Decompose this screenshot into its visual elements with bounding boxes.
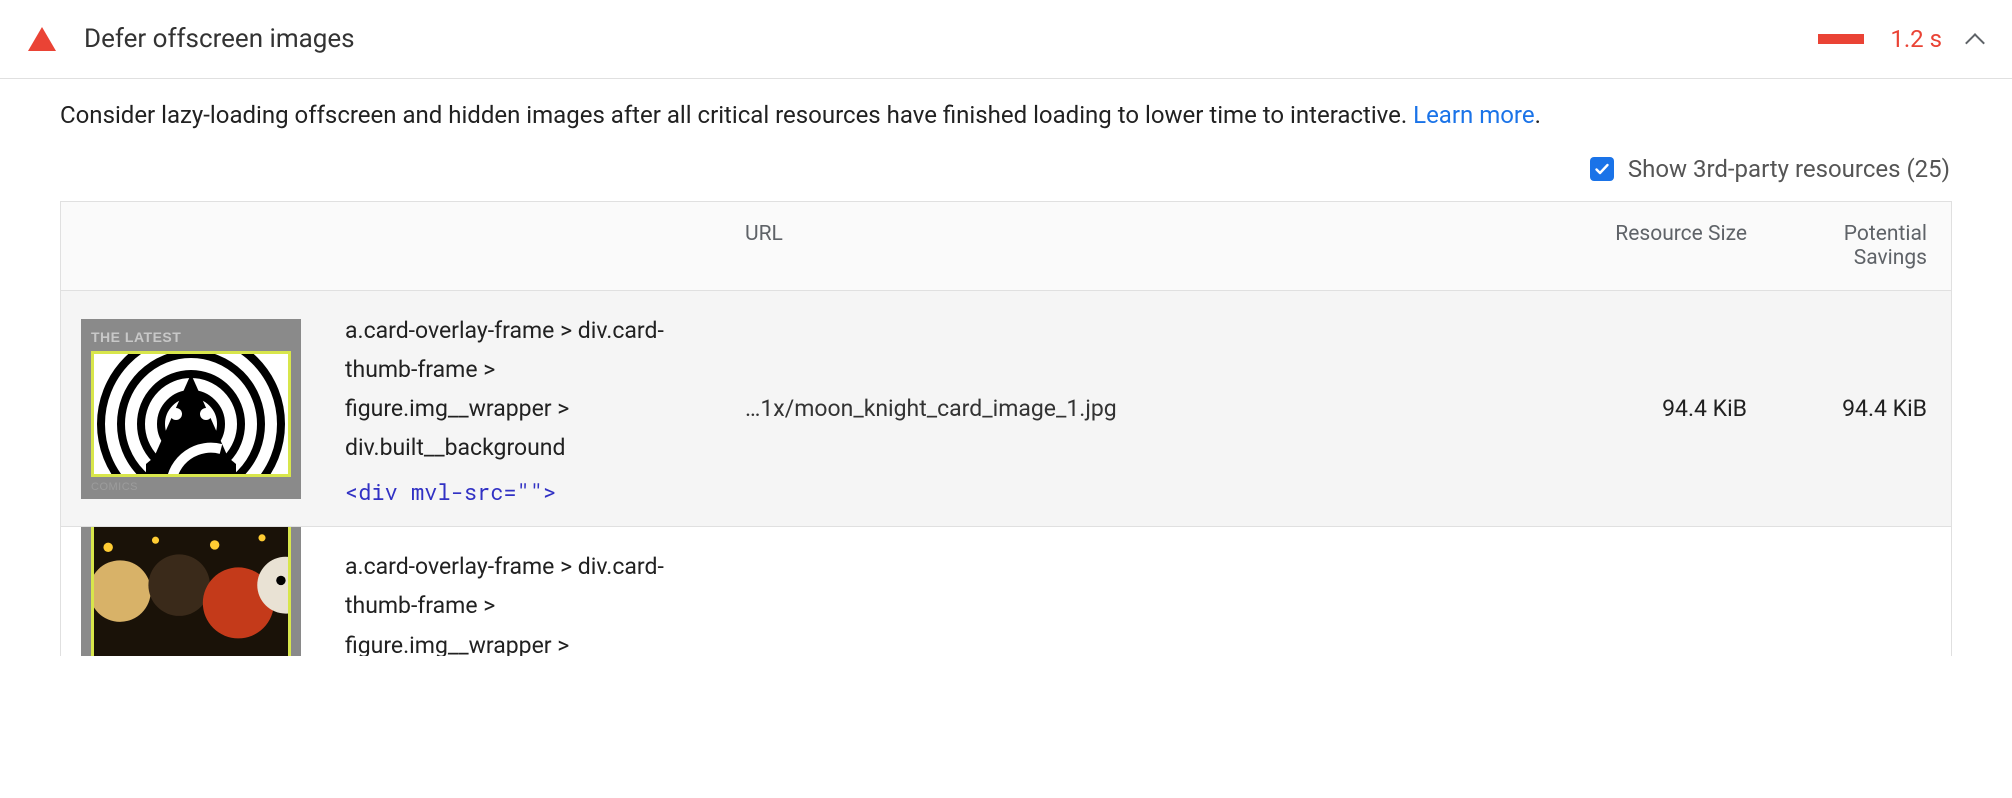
third-party-toggle-row: Show 3rd-party resources (25) [60,155,1952,183]
col-header-selector [321,202,721,290]
thumbnail-label: THE LATEST [91,329,291,345]
row-potential-savings [1771,527,1951,656]
col-header-potential-savings: Potential Savings [1771,202,1951,290]
resources-table: URL Resource Size Potential Savings THE … [60,201,1952,656]
row-potential-savings: 94.4 KiB [1771,291,1951,526]
audit-description-text: Consider lazy-loading offscreen and hidd… [60,101,1413,129]
row-selector-cell: a.card-overlay-frame > div.card-thumb-fr… [321,291,721,526]
thumbnail-card: THE LATEST COMICS [81,319,301,499]
col-header-resource-size: Resource Size [1561,202,1771,290]
warning-triangle-icon [28,27,56,51]
row-url-cell: …1x/moon_knight_card_image_1.jpg [721,291,1561,526]
row-resource-size: 94.4 KiB [1561,291,1771,526]
period: . [1535,101,1541,129]
col-header-url: URL [721,202,1561,290]
audit-title: Defer offscreen images [84,24,355,54]
learn-more-link[interactable]: Learn more [1413,101,1534,129]
thumbnail-card [81,526,301,656]
selector-path: a.card-overlay-frame > div.card-thumb-fr… [345,311,697,467]
chevron-up-icon[interactable] [1966,30,1984,48]
audit-time: 1.2 s [1890,25,1942,53]
impact-bar-icon [1818,34,1864,44]
moon-knight-illustration-icon [94,354,288,474]
thumbnail-footer: COMICS [91,481,291,493]
thumbnail-image [91,351,291,477]
audit-header[interactable]: Defer offscreen images 1.2 s [0,0,2012,79]
col-header-thumb [61,202,321,290]
html-snippet: <div mvl-src=""> [345,477,697,506]
url-text[interactable]: …1x/moon_knight_card_image_1.jpg [745,395,1117,422]
row-selector-cell: a.card-overlay-frame > div.card-thumb-fr… [321,527,721,656]
third-party-label[interactable]: Show 3rd-party resources (25) [1628,155,1950,183]
check-icon [1594,161,1610,177]
table-row[interactable]: a.card-overlay-frame > div.card-thumb-fr… [61,526,1951,656]
selector-path: a.card-overlay-frame > div.card-thumb-fr… [345,547,697,656]
row-resource-size [1561,527,1771,656]
audit-description: Consider lazy-loading offscreen and hidd… [60,97,1952,133]
row-thumbnail-cell: THE LATEST COMICS [61,291,321,526]
comic-cover-illustration-icon [94,526,288,656]
table-header: URL Resource Size Potential Savings [61,202,1951,290]
third-party-checkbox[interactable] [1590,157,1614,181]
row-url-cell [721,527,1561,656]
table-row[interactable]: THE LATEST COMICS [61,290,1951,526]
audit-body: Consider lazy-loading offscreen and hidd… [0,79,2012,656]
row-thumbnail-cell [61,527,321,656]
thumbnail-image [91,526,291,656]
